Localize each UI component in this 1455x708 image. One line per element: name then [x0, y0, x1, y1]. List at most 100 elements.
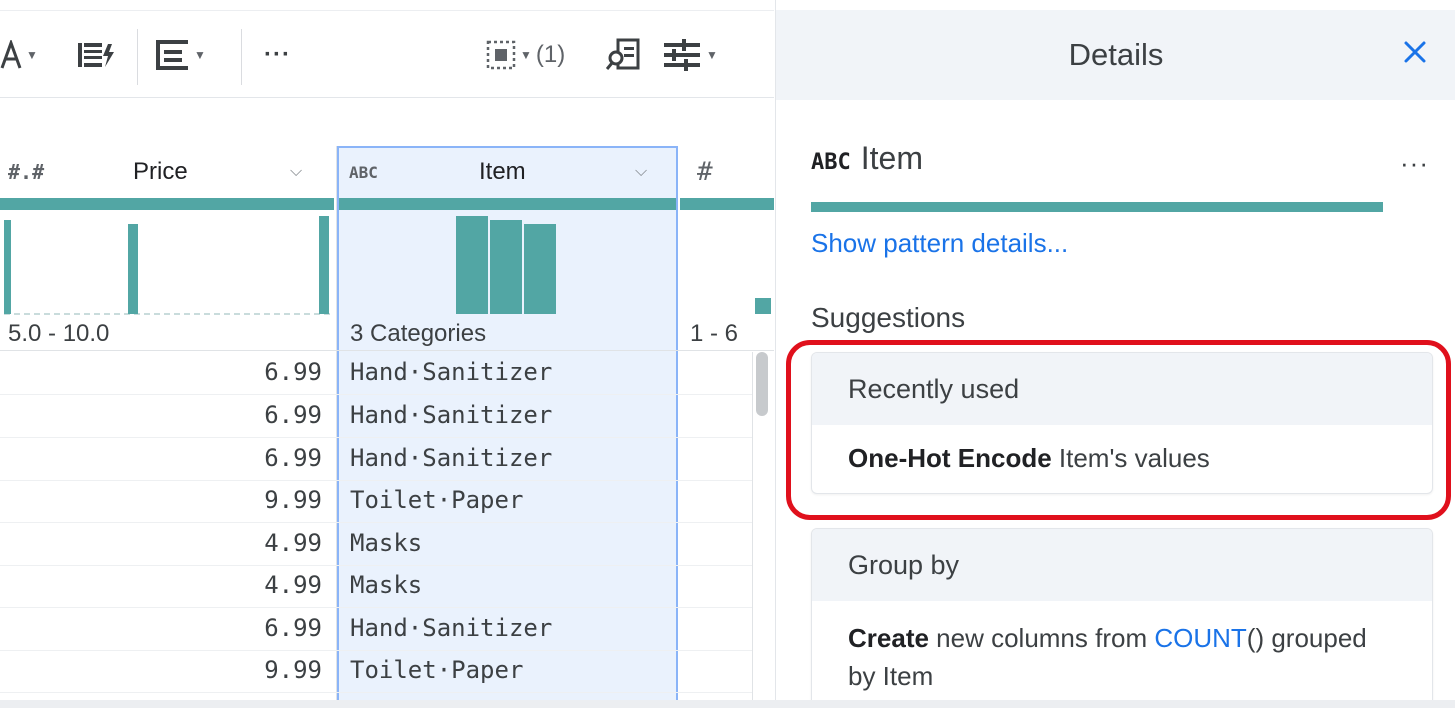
suggestion-text: () grouped	[1246, 623, 1367, 653]
show-pattern-details-link[interactable]: Show pattern details...	[811, 228, 1068, 259]
price-cell: 4.99	[264, 571, 322, 599]
suggestion-action: Create	[848, 623, 929, 653]
data-quality-bar	[680, 198, 774, 210]
data-quality-bar	[339, 198, 676, 210]
integer-type-icon: #	[697, 157, 713, 187]
details-title: Details	[1068, 37, 1164, 72]
table-row[interactable]: 4.99 Masks	[0, 565, 752, 608]
card-title: Recently used	[812, 353, 1432, 425]
table-row[interactable]: 6.99 Hand·Sanitizer	[0, 395, 752, 438]
column-range-label: 5.0 - 10.0	[8, 320, 110, 347]
more-icon[interactable]: ···	[264, 11, 291, 99]
table-row[interactable]: 9.99 Toilet·Paper	[0, 650, 752, 693]
suggestions-heading: Suggestions	[811, 302, 966, 333]
row-divider	[0, 350, 774, 351]
item-cell: Hand·Sanitizer	[350, 358, 553, 386]
chevron-down-icon[interactable]: ⌵	[290, 163, 302, 181]
histogram-baseline	[4, 313, 330, 315]
card-title: Group by	[812, 529, 1432, 601]
selected-column-title: ABC Item	[811, 140, 923, 177]
more-options-button[interactable]: ···	[1400, 148, 1429, 179]
column-header-third[interactable]: #	[679, 146, 774, 198]
close-button[interactable]	[1403, 40, 1427, 64]
numeric-type-icon: #.#	[8, 160, 45, 184]
item-cell: Hand·Sanitizer	[350, 614, 553, 642]
chevron-down-icon: ▼	[194, 48, 206, 62]
column-headers: #.# Price ⌵ ABC Item ⌵ #	[0, 146, 774, 198]
histogram-bar[interactable]	[319, 216, 329, 314]
histogram-bar[interactable]	[128, 224, 138, 314]
chevron-down-icon: ▼	[26, 48, 38, 62]
item-cell: Toilet·Paper	[350, 486, 524, 514]
one-hot-encode-suggestion[interactable]: One-Hot Encode Item's values	[812, 425, 1432, 474]
text-type-icon: ABC	[349, 162, 378, 182]
count-keyword: COUNT	[1154, 623, 1247, 653]
price-cell: 9.99	[264, 656, 322, 684]
row-layout-button[interactable]: ▼	[154, 11, 206, 99]
chevron-down-icon: ▼	[706, 48, 718, 62]
item-cell: Hand·Sanitizer	[350, 401, 553, 429]
vertical-scrollbar[interactable]	[756, 352, 768, 416]
column-range-label: 1 - 6	[690, 320, 739, 347]
table-row[interactable]: 6.99 Hand·Sanitizer	[0, 608, 752, 651]
table-row[interactable]: 6.99 Hand·Sanitizer	[0, 352, 752, 395]
chevron-down-icon[interactable]: ⌵	[635, 163, 647, 181]
column-header-price[interactable]: #.# Price ⌵	[0, 146, 336, 198]
toolbar-divider	[137, 29, 138, 85]
price-cell: 6.99	[264, 614, 322, 642]
item-cell: Masks	[350, 571, 423, 599]
histogram-bar[interactable]	[4, 220, 11, 314]
histogram-bar[interactable]	[524, 224, 556, 314]
selection-count: (1)	[535, 41, 566, 68]
data-grid-pane: ▼ ▼ ··· ▼ (1) ▼ #.# Price ⌵ ABC Item ⌵ #…	[0, 0, 774, 708]
column-divider	[752, 352, 753, 708]
column-action-icon	[78, 43, 114, 67]
bottom-edge	[0, 700, 1455, 708]
column-range-label: 3 Categories	[350, 320, 487, 347]
price-cell: 9.99	[264, 486, 322, 514]
column-action-button[interactable]	[76, 11, 116, 99]
table-row[interactable]: 9.99 Toilet·Paper	[0, 480, 752, 523]
histogram-bar[interactable]	[456, 216, 488, 314]
column-header-item[interactable]: ABC Item ⌵	[337, 146, 678, 198]
data-quality-bar	[0, 198, 334, 210]
find-button[interactable]	[606, 11, 640, 99]
close-icon	[1404, 41, 1426, 63]
price-cell: 4.99	[264, 529, 322, 557]
pattern-bar	[811, 202, 1383, 212]
column-name: Price	[133, 158, 188, 185]
settings-sliders-button[interactable]: ▼	[662, 11, 718, 99]
suggestion-text: by Item	[848, 661, 934, 691]
suggestion-text: new columns from	[928, 623, 1155, 653]
row-layout-icon	[156, 40, 188, 70]
find-icon	[606, 38, 640, 70]
details-header: Details	[776, 10, 1455, 100]
group-by-card: Group by Create new columns from COUNT()…	[811, 528, 1433, 708]
selection-button[interactable]: ▼ (1)	[486, 11, 565, 99]
item-cell: Hand·Sanitizer	[350, 444, 553, 472]
recently-used-card: Recently used One-Hot Encode Item's valu…	[811, 352, 1433, 494]
table-row[interactable]: 6.99 Hand·Sanitizer	[0, 438, 752, 481]
suggestion-target: Item's values	[1051, 443, 1210, 473]
group-by-suggestion[interactable]: Create new columns from COUNT() grouped …	[812, 601, 1432, 695]
suggestion-action: One-Hot Encode	[848, 443, 1052, 473]
table-row[interactable]: 4.99 Masks	[0, 523, 752, 566]
details-panel: Details ABC Item ··· Show pattern detail…	[775, 0, 1455, 708]
text-format-button[interactable]: ▼	[0, 11, 38, 99]
settings-sliders-icon	[664, 39, 700, 71]
histogram-bar[interactable]	[490, 220, 522, 314]
column-name: Item	[479, 158, 526, 185]
text-type-icon: ABC	[811, 150, 851, 175]
item-cell: Toilet·Paper	[350, 656, 524, 684]
price-cell: 6.99	[264, 358, 322, 386]
price-cell: 6.99	[264, 401, 322, 429]
toolbar-divider	[241, 29, 242, 85]
item-cell: Masks	[350, 529, 423, 557]
grid-toolbar: ▼ ▼ ··· ▼ (1) ▼	[0, 10, 774, 98]
histogram-bar[interactable]	[755, 298, 771, 314]
select-all-icon	[486, 40, 516, 70]
column-name: Item	[860, 140, 923, 176]
chevron-down-icon: ▼	[520, 48, 532, 62]
text-format-icon	[0, 40, 22, 69]
price-cell: 6.99	[264, 444, 322, 472]
